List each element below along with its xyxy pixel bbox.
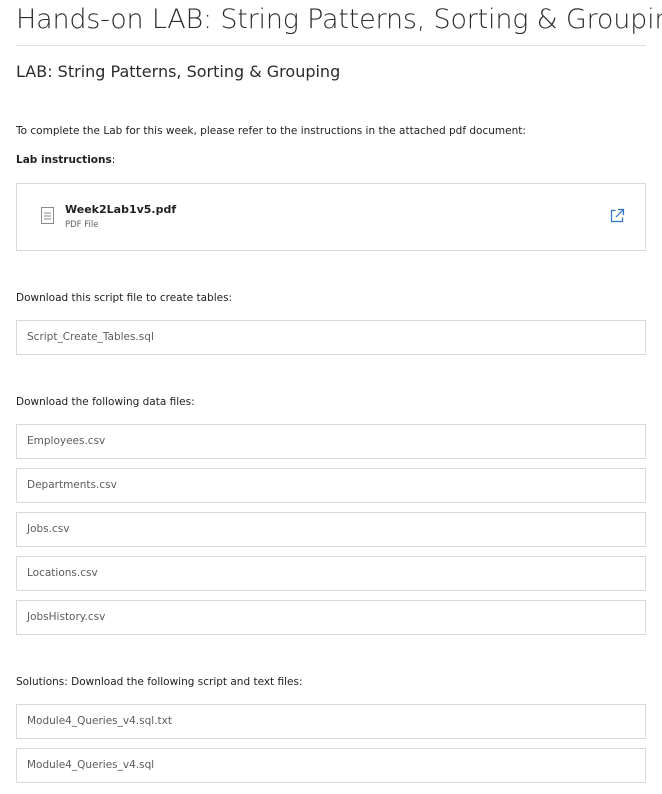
file-link-label[interactable]: Module4_Queries_v4.sql.txt	[27, 715, 172, 727]
page-title: Hands-on LAB: String Patterns, Sorting &…	[16, 4, 662, 35]
pdf-attachment-card[interactable]: Week2Lab1v5.pdf PDF File	[16, 183, 646, 251]
attachment-name[interactable]: Week2Lab1v5.pdf	[65, 203, 176, 216]
file-link-queries-sql[interactable]: Module4_Queries_v4.sql	[16, 748, 646, 783]
attachment-type: PDF File	[65, 220, 99, 230]
document-icon	[41, 207, 54, 224]
data-section-label: Download the following data files:	[16, 396, 195, 408]
external-link-icon[interactable]	[609, 208, 625, 224]
intro-text: To complete the Lab for this week, pleas…	[16, 125, 526, 137]
file-link-label[interactable]: Script_Create_Tables.sql	[27, 331, 154, 343]
file-link-label[interactable]: Locations.csv	[27, 567, 98, 579]
file-link-script-create-tables[interactable]: Script_Create_Tables.sql	[16, 320, 646, 355]
file-link-jobs[interactable]: Jobs.csv	[16, 512, 646, 547]
lab-subtitle: LAB: String Patterns, Sorting & Grouping	[16, 62, 341, 81]
solutions-section-label: Solutions: Download the following script…	[16, 676, 303, 688]
title-divider	[16, 45, 646, 46]
file-link-departments[interactable]: Departments.csv	[16, 468, 646, 503]
file-link-jobs-history[interactable]: JobsHistory.csv	[16, 600, 646, 635]
lab-instructions-heading: Lab instructions:	[16, 154, 115, 166]
lab-instructions-colon: :	[111, 154, 116, 166]
file-link-label[interactable]: Departments.csv	[27, 479, 117, 491]
script-section-label: Download this script file to create tabl…	[16, 292, 233, 304]
file-link-label[interactable]: Module4_Queries_v4.sql	[27, 759, 154, 771]
file-link-label[interactable]: JobsHistory.csv	[27, 611, 105, 623]
file-link-label[interactable]: Jobs.csv	[27, 523, 69, 535]
file-link-employees[interactable]: Employees.csv	[16, 424, 646, 459]
file-link-queries-txt[interactable]: Module4_Queries_v4.sql.txt	[16, 704, 646, 739]
lab-instructions-label: Lab instructions	[16, 154, 112, 166]
file-link-label[interactable]: Employees.csv	[27, 435, 105, 447]
file-link-locations[interactable]: Locations.csv	[16, 556, 646, 591]
